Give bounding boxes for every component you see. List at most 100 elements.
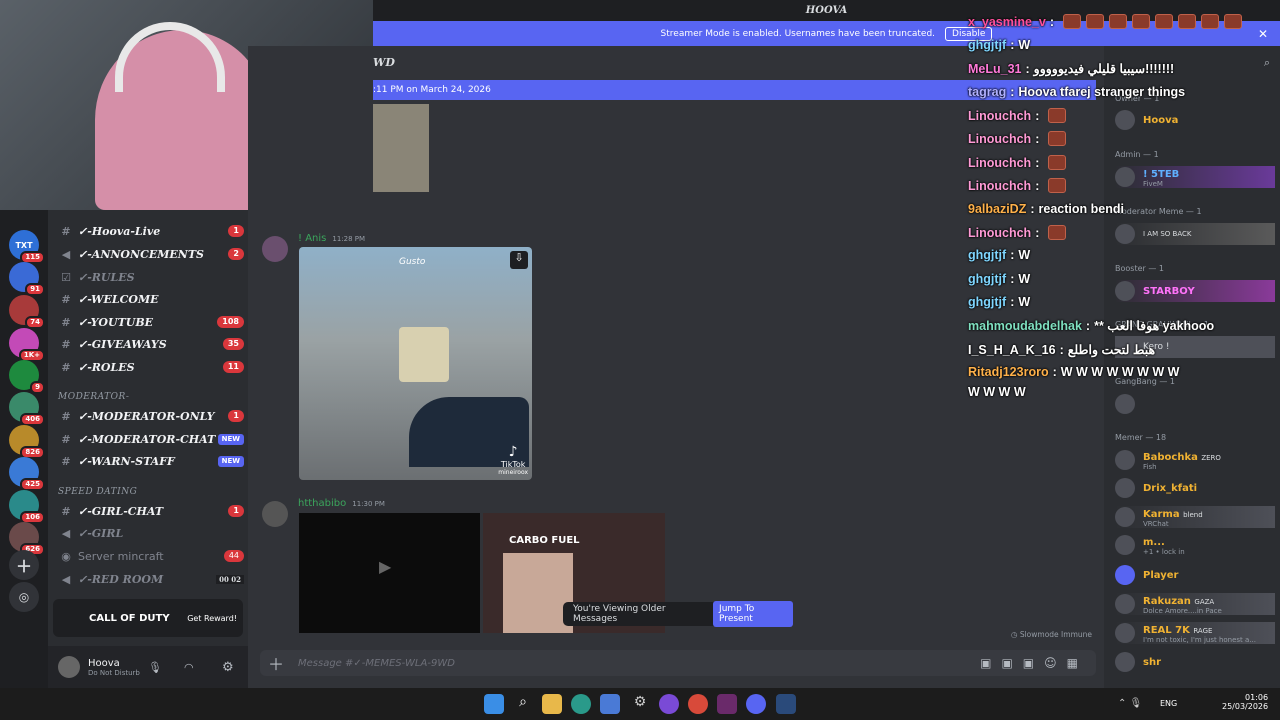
windows-taskbar: ⌕ ⚙ ⌃ 🎙 ENG 01:06 25/03/2026 (0, 688, 1280, 720)
start-icon[interactable] (484, 694, 504, 714)
mention-badge: 108 (217, 316, 244, 328)
play-icon[interactable]: ▶ (379, 557, 391, 576)
mention-badge: 35 (222, 338, 244, 350)
chat-username: tagrag (968, 85, 1007, 99)
category-speed-dating[interactable]: SPEED DATING (58, 487, 137, 497)
author-name[interactable]: htthabibo (298, 498, 346, 509)
product-label: CARBO FUEL (509, 535, 580, 546)
member-item[interactable]: m... +1 • lock in (1115, 534, 1275, 556)
user-name: Hoova (88, 657, 120, 669)
clock[interactable]: 01:06 25/03/2026 (1222, 693, 1268, 711)
category-moderator[interactable]: MODERATOR- (58, 392, 129, 402)
avatar[interactable] (262, 501, 288, 527)
channel-label: ✓-YOUTUBE (78, 315, 154, 329)
server-icon[interactable]: 626 (9, 522, 45, 556)
channel-label: ✓-MODERATOR-ONLY (78, 409, 215, 423)
member-item[interactable]: Drix_kfati (1115, 477, 1275, 499)
file-explorer-icon[interactable] (542, 694, 562, 714)
gear-icon[interactable]: ⚙ (222, 660, 234, 675)
channel-label: ✓-WARN-STAFF (78, 454, 175, 468)
server-icon[interactable]: 1K+ (9, 328, 45, 362)
channel-sidebar: # ✓-Hoova-Live 1 ◀ ✓-ANNONCEMENTS 2 ☑ ✓-RULES… (48, 210, 248, 688)
server-icon[interactable]: 9 (9, 360, 45, 394)
channel-label: Server mincraft (78, 549, 164, 563)
channel-girl-chat[interactable]: # ✓-GIRL-CHAT 1 (58, 501, 244, 521)
download-icon[interactable]: ⇩ (510, 251, 528, 269)
store-icon[interactable] (600, 694, 620, 714)
promo-card[interactable]: CALL OF DUTY Get Reward! (53, 599, 243, 637)
message-composer[interactable]: ＋ Message #✓-MEMES-WLA-9WD ▣▣▣☺▦ (260, 650, 1096, 676)
server-icon[interactable]: 106 (9, 490, 45, 524)
chat-message: ghgjtjf: W (968, 38, 1030, 52)
channel-youtube[interactable]: # ✓-YOUTUBE 108 (58, 312, 244, 332)
avatar[interactable] (262, 236, 288, 262)
search-icon[interactable]: ⌕ (513, 694, 533, 714)
chat-username: 9albaziDZ (968, 202, 1027, 216)
app-title: HOOVA (805, 5, 848, 16)
channel-welcome[interactable]: # ✓-WELCOME (58, 289, 244, 309)
server-icon[interactable]: 74 (9, 295, 45, 329)
new-badge: NEW (217, 433, 244, 445)
channel-warn-staff[interactable]: # ✓-WARN-STAFF NEW (58, 451, 244, 471)
language-indicator[interactable]: ENG (1160, 699, 1177, 708)
discord-icon[interactable] (746, 694, 766, 714)
server-icon[interactable]: TXT 115 (9, 230, 45, 264)
hash-icon: # (61, 224, 71, 238)
tray-icons[interactable]: ⌃ 🎙 (1118, 698, 1142, 709)
member-activity: Fish (1143, 462, 1157, 471)
chat-message: ghgjtjf: W (968, 295, 1030, 309)
get-reward-button[interactable]: Get Reward! (187, 614, 237, 623)
server-icon[interactable]: 406 (9, 392, 45, 426)
settings-icon[interactable]: ⚙ (630, 694, 650, 714)
microphone-icon[interactable]: 🎙 (148, 661, 162, 674)
chat-username: MeLu_31 (968, 61, 1022, 76)
channel-server-mincraft[interactable]: ◉ Server mincraft 44 (58, 546, 244, 566)
channel-roles[interactable]: # ✓-ROLES 11 (58, 357, 244, 377)
media-player-icon[interactable] (717, 694, 737, 714)
chrome-icon[interactable] (688, 694, 708, 714)
chat-username: ghgjtjf (968, 295, 1007, 309)
channel-moderator-chat[interactable]: # ✓-MODERATOR-CHAT NEW (58, 429, 244, 449)
app-icon[interactable] (659, 694, 679, 714)
jump-to-present-button[interactable]: Jump To Present (713, 601, 793, 627)
previous-attachment[interactable] (373, 104, 429, 192)
server-icon[interactable]: 91 (9, 262, 45, 296)
chat-username: ghgjtjf (968, 248, 1007, 262)
channel-hoova-live[interactable]: # ✓-Hoova-Live 1 (58, 221, 244, 241)
chat-text: W W W W W W W W (1060, 365, 1180, 379)
channel-giveaways[interactable]: # ✓-GIVEAWAYS 35 (58, 334, 244, 354)
chat-text: W (1018, 295, 1031, 309)
mention-badge: 1 (228, 410, 244, 422)
channel-rules[interactable]: ☑ ✓-RULES (58, 267, 244, 287)
chat-text: W W W W (968, 385, 1026, 399)
member-item[interactable]: shr (1115, 651, 1275, 673)
chat-username: Ritadj123roro (968, 365, 1049, 379)
discover-icon[interactable]: ◎ (9, 582, 39, 612)
channel-moderator-only[interactable]: # ✓-MODERATOR-ONLY 1 (58, 406, 244, 426)
add-server-icon[interactable]: ＋ (9, 550, 39, 580)
composer-tools[interactable]: ▣▣▣☺▦ (980, 656, 1088, 670)
member-item[interactable]: Karma blend VRChat (1115, 506, 1275, 528)
headphones-icon[interactable]: ◠ (184, 661, 194, 674)
member-item[interactable]: REAL 7K RAGE I'm not toxic, I'm just hone… (1115, 622, 1275, 644)
channel-red-room[interactable]: ◀ ✓-RED ROOM 00 02 (58, 569, 244, 589)
add-attachment-icon[interactable]: ＋ (268, 651, 284, 675)
member-item[interactable]: Babochka ZERO Fish (1115, 449, 1275, 471)
channel-girl[interactable]: ◀ ✓-GIRL (58, 523, 244, 543)
server-icon[interactable]: 425 (9, 457, 45, 491)
video-attachment-2[interactable]: ▶ (299, 513, 480, 633)
member-item[interactable]: Rakuzan GAZA Dolce Amore....in Pace (1115, 593, 1275, 615)
chat-message: Ritadj123roro: W W W W W W W W (968, 365, 1179, 379)
author-name[interactable]: ! Anis (298, 233, 326, 244)
edge-icon[interactable] (571, 694, 591, 714)
chat-text: W (1018, 272, 1031, 286)
member-item[interactable]: Player (1115, 564, 1275, 586)
bus-shape (399, 327, 449, 382)
steam-icon[interactable] (776, 694, 796, 714)
date-notice: :11 PM on March 24, 2026 (373, 85, 491, 95)
chat-separator: : (1010, 85, 1015, 99)
server-icon[interactable]: 826 (9, 425, 45, 459)
video-attachment[interactable]: Gusto ⇩ ♪ TikTok mineiroox (299, 247, 532, 480)
avatar[interactable] (58, 656, 80, 678)
channel-announcements[interactable]: ◀ ✓-ANNONCEMENTS 2 (58, 244, 244, 264)
